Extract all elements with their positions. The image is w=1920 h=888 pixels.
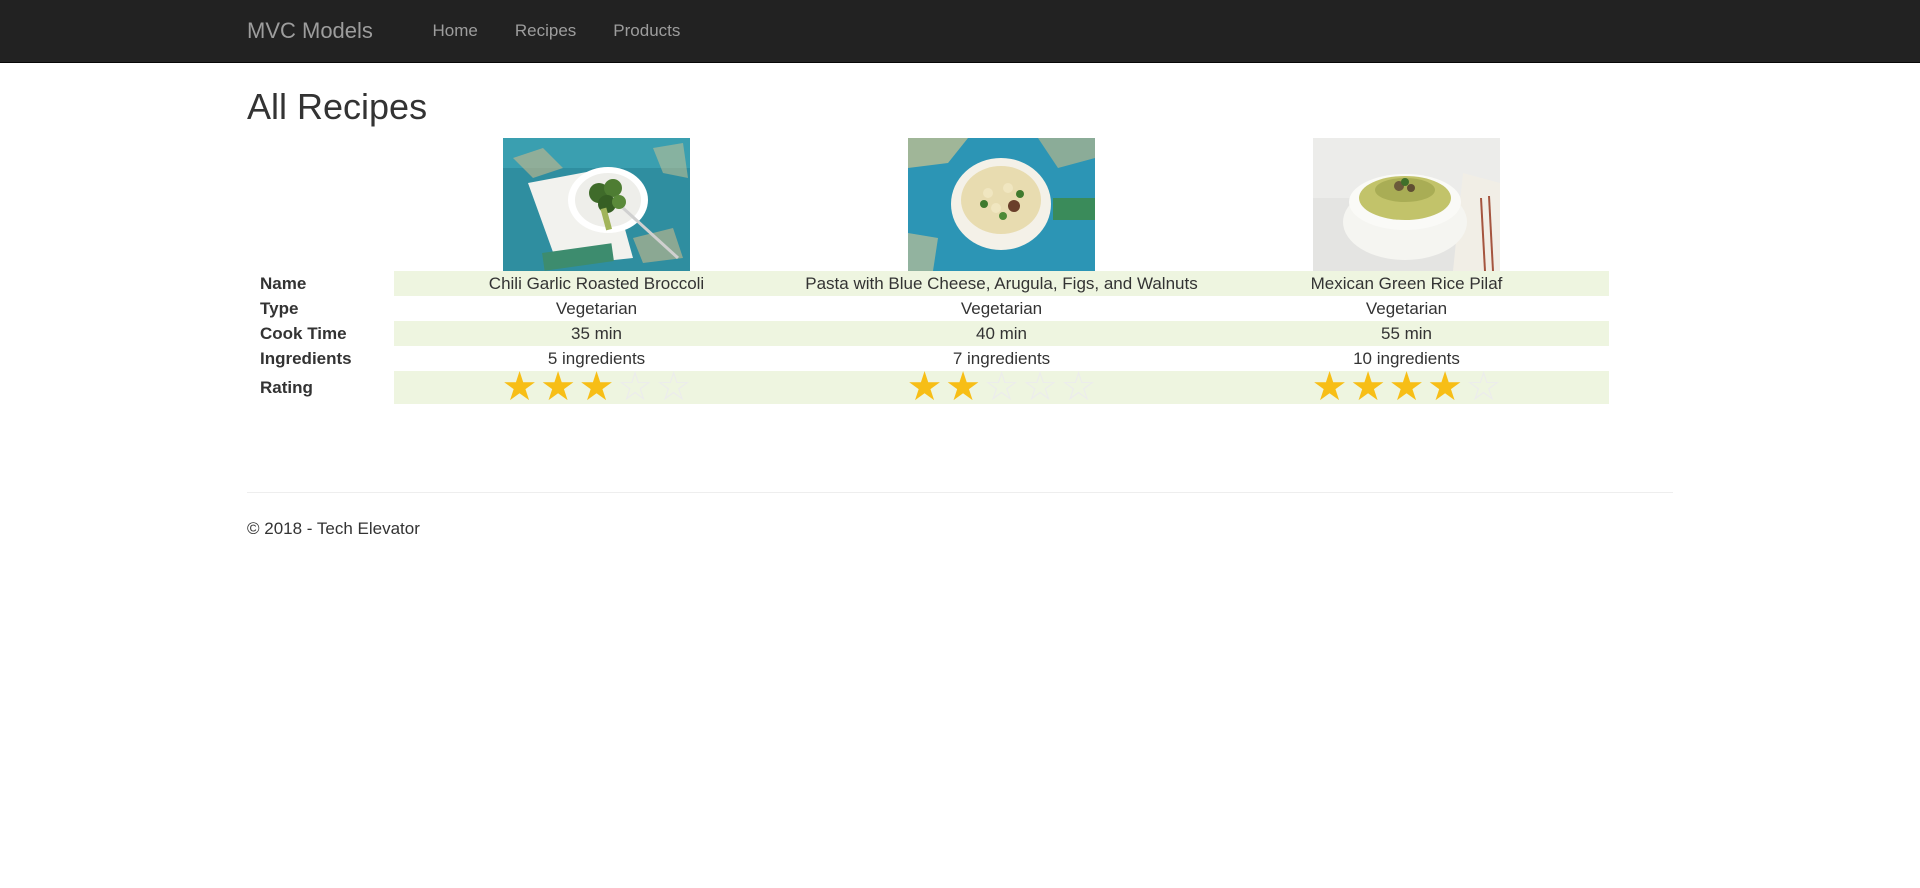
star-empty-icon: ☆ [1022, 365, 1058, 409]
star-empty-icon: ☆ [1465, 365, 1502, 409]
star-empty-icon: ☆ [983, 365, 1020, 409]
recipe-type: Vegetarian [555, 299, 638, 318]
pasta-bowl-image [908, 138, 1095, 271]
cook-time-label: Cook Time [260, 324, 347, 343]
star-rating: ★ ★ ★ ★ ☆ [1204, 365, 1609, 409]
broccoli-dish-image [503, 138, 690, 271]
main-content: All Recipes Name Chili Garlic Roasted Br… [247, 63, 1673, 538]
rice-pilaf-image [1313, 138, 1500, 271]
nav-link-products[interactable]: Products [595, 0, 699, 62]
top-navbar: MVC Models Home Recipes Products [0, 0, 1920, 63]
star-empty-icon: ☆ [617, 365, 653, 409]
name-label: Name [260, 274, 307, 293]
recipe-name: Mexican Green Rice Pilaf [1204, 271, 1609, 296]
rating-row: Rating ★ ★ ★ ☆ ☆ ★ ★ ☆ ☆ ☆ ★ ★ ★ ★ ☆ [247, 365, 1609, 409]
star-empty-icon: ☆ [1060, 365, 1097, 409]
star-filled-icon: ★ [578, 365, 615, 409]
recipe-cook-time: 40 min [799, 321, 1204, 346]
recipe-type: Vegetarian [1365, 299, 1448, 318]
star-filled-icon: ★ [1350, 365, 1386, 409]
star-rating: ★ ★ ☆ ☆ ☆ [799, 365, 1204, 409]
star-rating: ★ ★ ★ ☆ ☆ [394, 365, 799, 409]
star-filled-icon: ★ [1388, 365, 1425, 409]
page-title: All Recipes [247, 86, 428, 127]
star-empty-icon: ☆ [655, 365, 692, 409]
footer-divider [247, 492, 1673, 493]
recipe-cook-time: 35 min [394, 321, 799, 346]
nav-links: Home Recipes Products [414, 0, 699, 62]
nav-link-recipes[interactable]: Recipes [496, 0, 594, 62]
recipe-type: Vegetarian [960, 299, 1043, 318]
recipe-cook-time: 55 min [1204, 321, 1609, 346]
star-filled-icon: ★ [1427, 365, 1463, 409]
brand-link[interactable]: MVC Models [247, 0, 373, 62]
ingredients-label: Ingredients [260, 349, 352, 368]
star-filled-icon: ★ [906, 365, 943, 409]
recipe-name: Pasta with Blue Cheese, Arugula, Figs, a… [799, 271, 1204, 296]
footer-text: © 2018 - Tech Elevator [247, 519, 420, 538]
rating-label: Rating [260, 377, 313, 397]
star-filled-icon: ★ [540, 365, 576, 409]
cook-time-row: Cook Time 35 min 40 min 55 min [247, 321, 1609, 346]
image-row [247, 138, 1609, 271]
recipe-name: Chili Garlic Roasted Broccoli [394, 271, 799, 296]
recipes-table: Name Chili Garlic Roasted Broccoli Pasta… [247, 138, 1609, 409]
nav-link-home[interactable]: Home [414, 0, 496, 62]
navbar-inner: MVC Models Home Recipes Products [247, 0, 1673, 63]
type-label: Type [260, 299, 299, 318]
type-row: Type Vegetarian Vegetarian Vegetarian [247, 296, 1609, 321]
star-filled-icon: ★ [945, 365, 981, 409]
name-row: Name Chili Garlic Roasted Broccoli Pasta… [247, 271, 1609, 296]
star-filled-icon: ★ [501, 365, 538, 409]
star-filled-icon: ★ [1311, 365, 1348, 409]
